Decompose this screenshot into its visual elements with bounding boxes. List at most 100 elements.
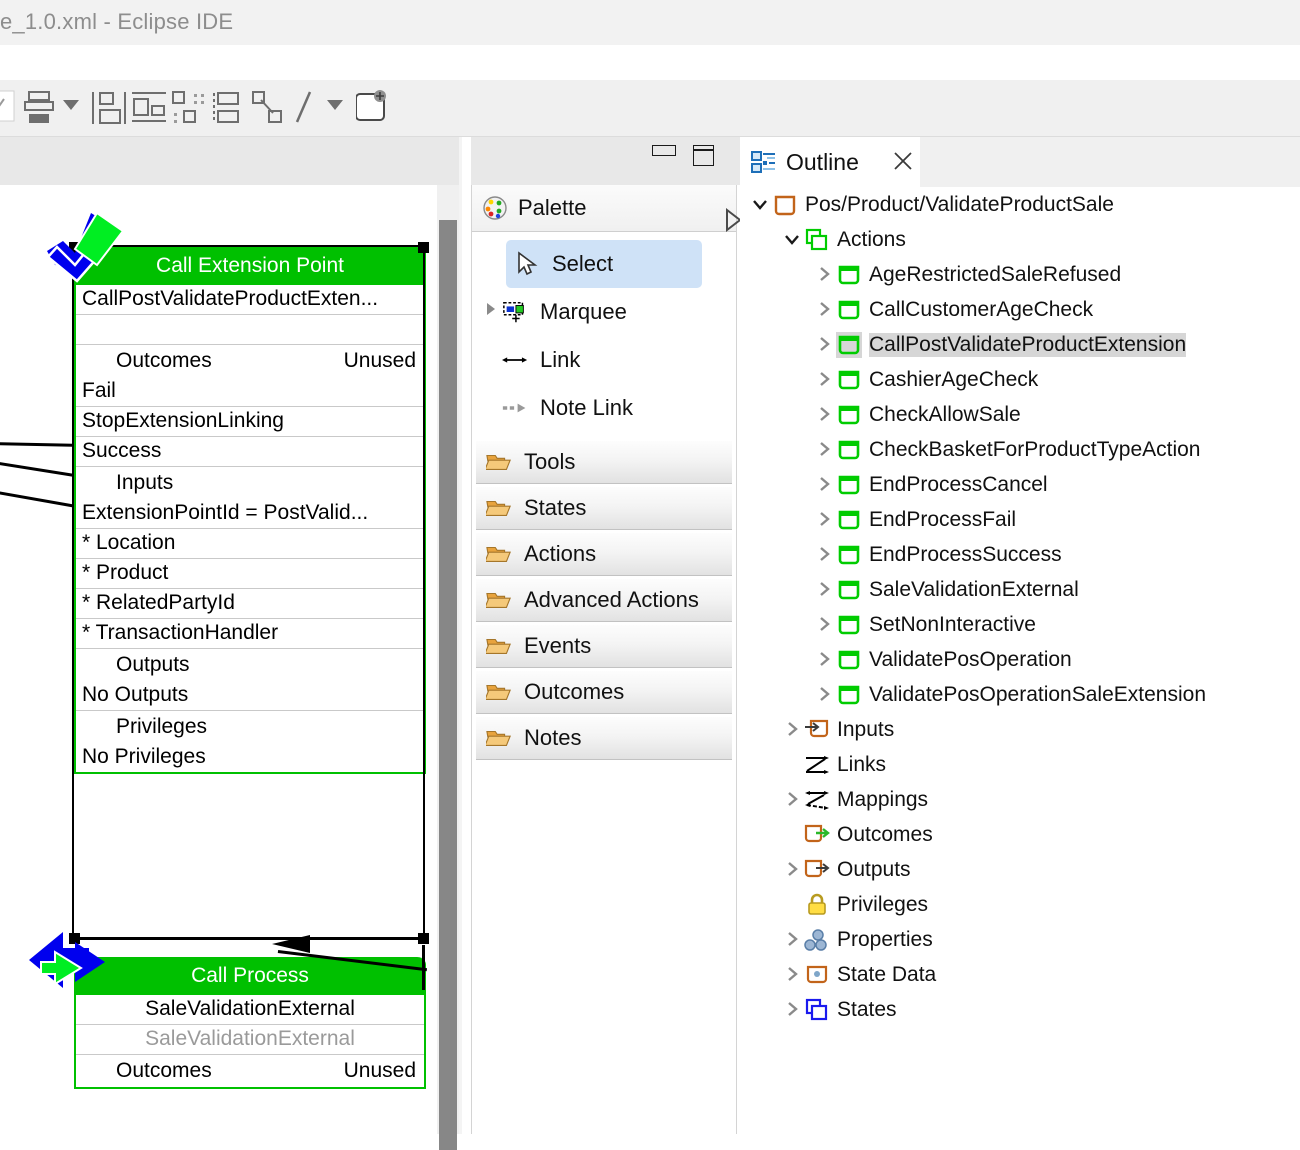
chevron-down-icon[interactable] — [750, 194, 772, 216]
palette-drawer-outcomes[interactable]: Outcomes — [476, 670, 732, 714]
palette-drawer-states[interactable]: States — [476, 486, 732, 530]
palette-tool-note-link[interactable]: Note Link — [472, 384, 736, 432]
tree-item-cashier-age-check[interactable]: CashierAgeCheck — [740, 362, 1300, 397]
tree-item-links[interactable]: Links — [740, 747, 1300, 782]
chevron-right-icon[interactable] — [814, 404, 836, 426]
marquee-icon — [502, 299, 528, 325]
align-bottom-icon[interactable] — [22, 89, 56, 132]
chevron-right-icon[interactable] — [814, 474, 836, 496]
palette-header[interactable]: Palette — [472, 185, 742, 233]
line-style-icon[interactable] — [292, 88, 316, 133]
palette-tool-link[interactable]: Link — [472, 336, 736, 384]
tree-item-age-restricted-sale-refused[interactable]: AgeRestrictedSaleRefused — [740, 257, 1300, 292]
expand-arrow-icon[interactable] — [711, 197, 742, 233]
tree-item-call-post-validate-product-extension[interactable]: CallPostValidateProductExtension — [740, 327, 1300, 362]
chevron-right-icon[interactable] — [814, 544, 836, 566]
chevron-right-icon[interactable] — [814, 509, 836, 531]
selection-handle-tl[interactable] — [69, 242, 80, 253]
tree-item-inputs[interactable]: Inputs — [740, 712, 1300, 747]
tree-item-check-basket-for-product-type-action[interactable]: CheckBasketForProductTypeAction — [740, 432, 1300, 467]
input-row-product[interactable]: * Product — [76, 559, 424, 589]
input-row-extensionpointid[interactable]: ExtensionPointId = PostValid... — [76, 499, 424, 529]
palette-drawer-notes[interactable]: Notes — [476, 716, 732, 760]
close-icon[interactable] — [892, 150, 914, 172]
tree-item-call-customer-age-check[interactable]: CallCustomerAgeCheck — [740, 292, 1300, 327]
outcome-row-success[interactable]: Success — [76, 437, 424, 467]
tree-item-actions-group[interactable]: Actions — [740, 222, 1300, 257]
chevron-right-icon[interactable] — [814, 649, 836, 671]
chevron-right-icon[interactable] — [814, 334, 836, 356]
tree-item-mappings[interactable]: Mappings — [740, 782, 1300, 817]
diagram-canvas[interactable]: Call Extension Point CallPostValidatePro… — [0, 185, 437, 1134]
tab-outline[interactable]: Outline — [740, 137, 920, 187]
editor-palette-sash[interactable] — [459, 137, 471, 1134]
input-row-location[interactable]: * Location — [76, 529, 424, 559]
chevron-right-icon[interactable] — [814, 264, 836, 286]
canvas-scrollbar-thumb[interactable] — [439, 220, 457, 1150]
node-header-title: Call Extension Point — [76, 247, 424, 285]
route-icon[interactable] — [250, 89, 286, 132]
toolbar-upper-strip — [0, 45, 1300, 80]
chevron-right-icon[interactable] — [814, 579, 836, 601]
input-row-relatedpartyid[interactable]: * RelatedPartyId — [76, 589, 424, 619]
actions-group-icon — [804, 227, 830, 253]
minimize-button[interactable] — [652, 145, 676, 156]
tree-item-label: Outputs — [837, 857, 911, 881]
tree-item-validate-pos-operation-sale-extension[interactable]: ValidatePosOperationSaleExtension — [740, 677, 1300, 712]
chevron-right-icon[interactable] — [782, 859, 804, 881]
chevron-right-icon[interactable] — [782, 964, 804, 986]
maximize-button[interactable] — [693, 145, 714, 166]
chevron-right-icon[interactable] — [814, 439, 836, 461]
tree-item-privileges[interactable]: Privileges — [740, 887, 1300, 922]
chevron-right-icon[interactable] — [814, 684, 836, 706]
chevron-right-icon[interactable] — [782, 929, 804, 951]
distribute-icon[interactable] — [170, 89, 208, 132]
tree-item-sale-validation-external[interactable]: SaleValidationExternal — [740, 572, 1300, 607]
tree-item-states[interactable]: States — [740, 992, 1300, 1027]
outcome-row-stop[interactable]: StopExtensionLinking — [76, 407, 424, 437]
chevron-down-icon[interactable] — [782, 229, 804, 251]
canvas-vertical-scrollbar[interactable] — [437, 185, 459, 1150]
tree-item-end-process-success[interactable]: EndProcessSuccess — [740, 537, 1300, 572]
link-icon — [502, 347, 528, 373]
palette-drawer-tools[interactable]: Tools — [476, 440, 732, 484]
outcome-row-fail[interactable]: Fail — [76, 377, 424, 407]
tree-item-end-process-cancel[interactable]: EndProcessCancel — [740, 467, 1300, 502]
align-dropdown-icon[interactable] — [62, 98, 80, 117]
chevron-right-icon[interactable] — [782, 789, 804, 811]
chevron-right-icon[interactable] — [814, 369, 836, 391]
node-section-outcomes: Outcomes Unused — [76, 345, 424, 377]
note-icon[interactable] — [355, 88, 390, 133]
input-row-transactionhandler[interactable]: * TransactionHandler — [76, 619, 424, 649]
tree-item-end-process-fail[interactable]: EndProcessFail — [740, 502, 1300, 537]
match-width-icon[interactable] — [90, 89, 128, 132]
node-call-extension-point[interactable]: Call Extension Point CallPostValidatePro… — [74, 247, 426, 774]
node-section-outputs: Outputs — [116, 653, 190, 676]
outline-tree[interactable]: Pos/Product/ValidateProductSale Actions — [740, 187, 1300, 1027]
match-height-icon[interactable] — [130, 89, 168, 132]
chevron-right-icon[interactable] — [814, 614, 836, 636]
tree-item-check-allow-sale[interactable]: CheckAllowSale — [740, 397, 1300, 432]
tree-item-outputs[interactable]: Outputs — [740, 852, 1300, 887]
tree-item-outcomes[interactable]: Outcomes — [740, 817, 1300, 852]
connector-line-fail — [0, 442, 80, 447]
palette-tool-select[interactable]: Select — [506, 240, 702, 288]
chevron-right-icon[interactable] — [782, 719, 804, 741]
marquee-twisty-icon[interactable] — [480, 301, 502, 323]
tree-item-state-data[interactable]: State Data — [740, 957, 1300, 992]
palette-drawer-actions[interactable]: Actions — [476, 532, 732, 576]
line-dropdown-icon[interactable] — [326, 98, 344, 117]
tree-item-properties[interactable]: Properties — [740, 922, 1300, 957]
chevron-right-icon[interactable] — [814, 299, 836, 321]
tree-item-validate-pos-operation[interactable]: ValidatePosOperation — [740, 642, 1300, 677]
palette-drawer-advanced-actions[interactable]: Advanced Actions — [476, 578, 732, 622]
node-call-process[interactable]: Call Process SaleValidationExternal Sale… — [74, 957, 426, 1089]
tree-item-process-root[interactable]: Pos/Product/ValidateProductSale — [740, 187, 1300, 222]
tree-item-set-non-interactive[interactable]: SetNonInteractive — [740, 607, 1300, 642]
order-icon[interactable] — [212, 89, 246, 132]
align-left-icon-partial[interactable] — [0, 90, 22, 129]
chevron-right-icon[interactable] — [782, 999, 804, 1021]
palette-drawer-events[interactable]: Events — [476, 624, 732, 668]
palette-tool-marquee[interactable]: Marquee — [472, 288, 736, 336]
node-section-inputs: Inputs — [116, 471, 174, 494]
